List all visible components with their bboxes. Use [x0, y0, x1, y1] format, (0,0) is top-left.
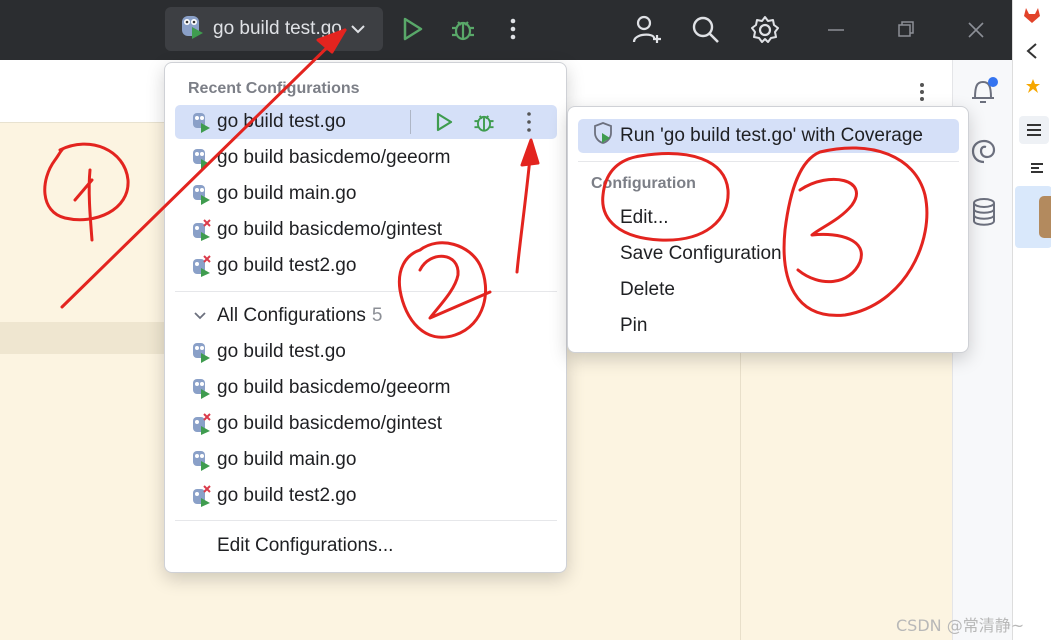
restore-icon[interactable]: [896, 20, 916, 45]
star-icon[interactable]: [1025, 78, 1041, 99]
more-vertical-icon[interactable]: [503, 14, 523, 49]
run-icon[interactable]: [400, 14, 426, 49]
run-with-coverage-label: Run 'go build test.go' with Coverage: [620, 125, 923, 146]
editor-divider: [740, 352, 741, 640]
edit-label: Edit...: [620, 207, 669, 228]
separator: [175, 520, 557, 521]
configuration-section-title: Configuration: [591, 175, 696, 192]
save-configuration-item[interactable]: Save Configuration: [578, 237, 959, 271]
config-label: go build test2.go: [217, 485, 357, 506]
close-icon[interactable]: [966, 20, 986, 45]
config-item[interactable]: go build test2.go: [175, 479, 557, 513]
menu-icon[interactable]: [1019, 116, 1049, 144]
gopher-icon: [179, 12, 205, 46]
more-vertical-icon[interactable]: [523, 110, 535, 140]
config-label: go build test.go: [217, 111, 346, 132]
gear-icon[interactable]: [750, 14, 780, 51]
config-label: go build main.go: [217, 449, 357, 470]
list-icon[interactable]: [1029, 160, 1045, 181]
config-item[interactable]: go build basicdemo/gintest: [175, 407, 557, 441]
config-label: go build main.go: [217, 183, 357, 204]
go-config-icon: [191, 183, 211, 205]
config-label: go build test2.go: [217, 255, 357, 276]
config-label: go build basicdemo/geeorm: [217, 377, 451, 398]
thumbnail[interactable]: [1015, 186, 1051, 248]
editor-highlight-band: [0, 322, 170, 354]
title-bar: go build test.go: [0, 0, 1012, 60]
separator: [578, 161, 959, 162]
chevron-down-icon: [350, 18, 366, 40]
all-configurations-title: All Configurations: [217, 305, 366, 326]
pin-label: Pin: [620, 315, 648, 336]
go-config-icon: [191, 111, 211, 133]
run-configurations-popup: Recent Configurations go build test.go g…: [164, 62, 567, 573]
run-configuration-selector[interactable]: go build test.go: [165, 7, 383, 51]
search-icon[interactable]: [691, 14, 721, 51]
run-configuration-label: go build test.go: [213, 18, 342, 39]
database-icon[interactable]: [969, 196, 999, 233]
recent-configurations-title: Recent Configurations: [188, 80, 360, 97]
configurations-count: 5: [371, 305, 383, 326]
browser-window-edge: [1012, 0, 1051, 640]
config-label: go build basicdemo/geeorm: [217, 147, 451, 168]
debug-icon[interactable]: [448, 14, 478, 49]
debug-icon[interactable]: [471, 109, 497, 141]
divider: [410, 110, 411, 134]
save-configuration-label: Save Configuration: [620, 243, 782, 264]
edit-configurations-button[interactable]: Edit Configurations...: [175, 529, 557, 563]
config-label: go build basicdemo/gintest: [217, 219, 442, 240]
config-item[interactable]: go build basicdemo/geeorm: [175, 371, 557, 405]
add-user-icon[interactable]: [632, 14, 662, 51]
go-config-icon: [191, 449, 211, 471]
go-config-error-icon: [191, 255, 211, 277]
gitlab-icon: [1023, 6, 1041, 29]
run-with-coverage-item[interactable]: Run 'go build test.go' with Coverage: [578, 119, 959, 153]
delete-label: Delete: [620, 279, 675, 300]
configuration-actions-popup: Run 'go build test.go' with Coverage Con…: [567, 106, 969, 353]
recent-config-item[interactable]: go build test.go: [175, 105, 557, 139]
delete-item[interactable]: Delete: [578, 273, 959, 307]
edit-configurations-label: Edit Configurations...: [217, 535, 394, 556]
recent-config-item[interactable]: go build main.go: [175, 177, 557, 211]
ai-assistant-icon[interactable]: [969, 136, 999, 171]
watermark: CSDN @常清静~: [896, 616, 1025, 635]
separator: [175, 291, 557, 292]
chevron-down-icon: [193, 305, 207, 327]
go-config-error-icon: [191, 219, 211, 241]
go-config-icon: [191, 147, 211, 169]
recent-config-item[interactable]: go build test2.go: [175, 249, 557, 283]
coverage-icon: [592, 121, 614, 151]
config-item[interactable]: go build test.go: [175, 335, 557, 369]
go-config-error-icon: [191, 485, 211, 507]
all-configurations-toggle[interactable]: All Configurations 5: [175, 299, 557, 333]
config-label: go build basicdemo/gintest: [217, 413, 442, 434]
go-config-icon: [191, 377, 211, 399]
back-icon[interactable]: [1025, 42, 1039, 65]
edit-item[interactable]: Edit...: [578, 201, 959, 235]
pin-item[interactable]: Pin: [578, 309, 959, 343]
config-label: go build test.go: [217, 341, 346, 362]
recent-config-item[interactable]: go build basicdemo/gintest: [175, 213, 557, 247]
notifications-icon[interactable]: [969, 76, 999, 113]
go-config-error-icon: [191, 413, 211, 435]
run-icon[interactable]: [433, 110, 455, 140]
config-item[interactable]: go build main.go: [175, 443, 557, 477]
recent-config-item[interactable]: go build basicdemo/geeorm: [175, 141, 557, 175]
minimize-icon[interactable]: [826, 20, 846, 45]
go-config-icon: [191, 341, 211, 363]
